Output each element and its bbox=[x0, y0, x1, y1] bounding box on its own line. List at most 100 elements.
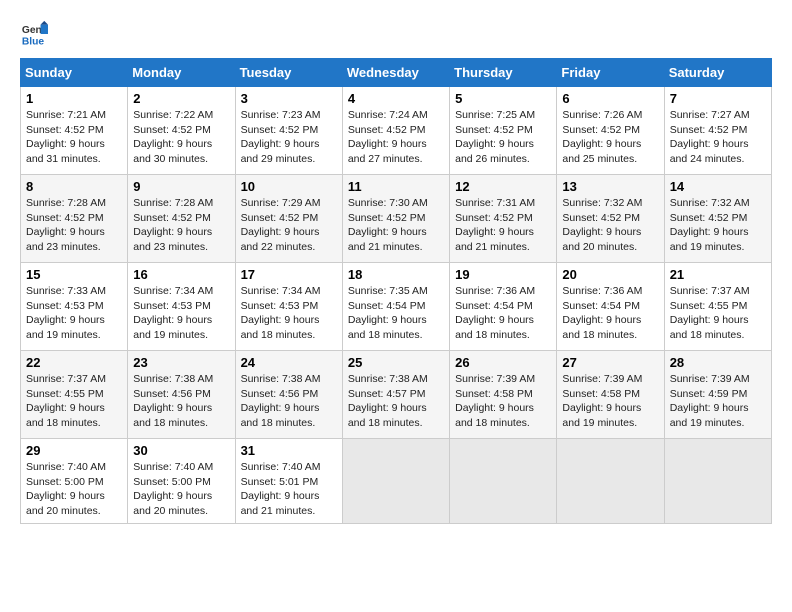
calendar-week-row: 8 Sunrise: 7:28 AMSunset: 4:52 PMDayligh… bbox=[21, 175, 772, 263]
calendar-cell: 28 Sunrise: 7:39 AMSunset: 4:59 PMDaylig… bbox=[664, 351, 771, 439]
cell-details: Sunrise: 7:39 AMSunset: 4:58 PMDaylight:… bbox=[562, 373, 642, 429]
cell-details: Sunrise: 7:23 AMSunset: 4:52 PMDaylight:… bbox=[241, 109, 321, 165]
calendar-cell: 6 Sunrise: 7:26 AMSunset: 4:52 PMDayligh… bbox=[557, 87, 664, 175]
calendar-cell: 14 Sunrise: 7:32 AMSunset: 4:52 PMDaylig… bbox=[664, 175, 771, 263]
cell-details: Sunrise: 7:28 AMSunset: 4:52 PMDaylight:… bbox=[133, 197, 213, 253]
cell-details: Sunrise: 7:37 AMSunset: 4:55 PMDaylight:… bbox=[670, 285, 750, 341]
day-number: 3 bbox=[241, 91, 337, 106]
day-number: 1 bbox=[26, 91, 122, 106]
cell-details: Sunrise: 7:38 AMSunset: 4:56 PMDaylight:… bbox=[241, 373, 321, 429]
col-header-sunday: Sunday bbox=[21, 59, 128, 87]
calendar-cell: 12 Sunrise: 7:31 AMSunset: 4:52 PMDaylig… bbox=[450, 175, 557, 263]
calendar-header-row: SundayMondayTuesdayWednesdayThursdayFrid… bbox=[21, 59, 772, 87]
calendar-cell: 3 Sunrise: 7:23 AMSunset: 4:52 PMDayligh… bbox=[235, 87, 342, 175]
day-number: 16 bbox=[133, 267, 229, 282]
calendar-cell: 16 Sunrise: 7:34 AMSunset: 4:53 PMDaylig… bbox=[128, 263, 235, 351]
col-header-wednesday: Wednesday bbox=[342, 59, 449, 87]
cell-details: Sunrise: 7:37 AMSunset: 4:55 PMDaylight:… bbox=[26, 373, 106, 429]
cell-details: Sunrise: 7:32 AMSunset: 4:52 PMDaylight:… bbox=[562, 197, 642, 253]
cell-details: Sunrise: 7:34 AMSunset: 4:53 PMDaylight:… bbox=[241, 285, 321, 341]
calendar-cell: 7 Sunrise: 7:27 AMSunset: 4:52 PMDayligh… bbox=[664, 87, 771, 175]
calendar-cell: 25 Sunrise: 7:38 AMSunset: 4:57 PMDaylig… bbox=[342, 351, 449, 439]
day-number: 8 bbox=[26, 179, 122, 194]
calendar-cell: 18 Sunrise: 7:35 AMSunset: 4:54 PMDaylig… bbox=[342, 263, 449, 351]
calendar: SundayMondayTuesdayWednesdayThursdayFrid… bbox=[20, 58, 772, 524]
day-number: 9 bbox=[133, 179, 229, 194]
calendar-week-row: 15 Sunrise: 7:33 AMSunset: 4:53 PMDaylig… bbox=[21, 263, 772, 351]
col-header-friday: Friday bbox=[557, 59, 664, 87]
day-number: 2 bbox=[133, 91, 229, 106]
cell-details: Sunrise: 7:35 AMSunset: 4:54 PMDaylight:… bbox=[348, 285, 428, 341]
day-number: 28 bbox=[670, 355, 766, 370]
calendar-cell: 21 Sunrise: 7:37 AMSunset: 4:55 PMDaylig… bbox=[664, 263, 771, 351]
day-number: 5 bbox=[455, 91, 551, 106]
day-number: 15 bbox=[26, 267, 122, 282]
calendar-cell: 27 Sunrise: 7:39 AMSunset: 4:58 PMDaylig… bbox=[557, 351, 664, 439]
cell-details: Sunrise: 7:36 AMSunset: 4:54 PMDaylight:… bbox=[455, 285, 535, 341]
calendar-cell: 29 Sunrise: 7:40 AMSunset: 5:00 PMDaylig… bbox=[21, 439, 128, 524]
calendar-cell: 31 Sunrise: 7:40 AMSunset: 5:01 PMDaylig… bbox=[235, 439, 342, 524]
calendar-cell: 8 Sunrise: 7:28 AMSunset: 4:52 PMDayligh… bbox=[21, 175, 128, 263]
col-header-saturday: Saturday bbox=[664, 59, 771, 87]
day-number: 31 bbox=[241, 443, 337, 458]
cell-details: Sunrise: 7:40 AMSunset: 5:01 PMDaylight:… bbox=[241, 461, 321, 517]
day-number: 14 bbox=[670, 179, 766, 194]
day-number: 12 bbox=[455, 179, 551, 194]
cell-details: Sunrise: 7:38 AMSunset: 4:57 PMDaylight:… bbox=[348, 373, 428, 429]
day-number: 10 bbox=[241, 179, 337, 194]
cell-details: Sunrise: 7:39 AMSunset: 4:58 PMDaylight:… bbox=[455, 373, 535, 429]
col-header-thursday: Thursday bbox=[450, 59, 557, 87]
calendar-cell bbox=[450, 439, 557, 524]
calendar-week-row: 1 Sunrise: 7:21 AMSunset: 4:52 PMDayligh… bbox=[21, 87, 772, 175]
cell-details: Sunrise: 7:40 AMSunset: 5:00 PMDaylight:… bbox=[26, 461, 106, 517]
cell-details: Sunrise: 7:40 AMSunset: 5:00 PMDaylight:… bbox=[133, 461, 213, 517]
calendar-cell: 24 Sunrise: 7:38 AMSunset: 4:56 PMDaylig… bbox=[235, 351, 342, 439]
cell-details: Sunrise: 7:29 AMSunset: 4:52 PMDaylight:… bbox=[241, 197, 321, 253]
cell-details: Sunrise: 7:25 AMSunset: 4:52 PMDaylight:… bbox=[455, 109, 535, 165]
cell-details: Sunrise: 7:33 AMSunset: 4:53 PMDaylight:… bbox=[26, 285, 106, 341]
cell-details: Sunrise: 7:38 AMSunset: 4:56 PMDaylight:… bbox=[133, 373, 213, 429]
cell-details: Sunrise: 7:28 AMSunset: 4:52 PMDaylight:… bbox=[26, 197, 106, 253]
calendar-cell: 13 Sunrise: 7:32 AMSunset: 4:52 PMDaylig… bbox=[557, 175, 664, 263]
calendar-cell: 26 Sunrise: 7:39 AMSunset: 4:58 PMDaylig… bbox=[450, 351, 557, 439]
day-number: 23 bbox=[133, 355, 229, 370]
calendar-week-row: 29 Sunrise: 7:40 AMSunset: 5:00 PMDaylig… bbox=[21, 439, 772, 524]
calendar-cell: 19 Sunrise: 7:36 AMSunset: 4:54 PMDaylig… bbox=[450, 263, 557, 351]
cell-details: Sunrise: 7:30 AMSunset: 4:52 PMDaylight:… bbox=[348, 197, 428, 253]
logo-icon: General Blue bbox=[20, 20, 48, 48]
calendar-cell: 20 Sunrise: 7:36 AMSunset: 4:54 PMDaylig… bbox=[557, 263, 664, 351]
calendar-cell: 1 Sunrise: 7:21 AMSunset: 4:52 PMDayligh… bbox=[21, 87, 128, 175]
calendar-cell: 2 Sunrise: 7:22 AMSunset: 4:52 PMDayligh… bbox=[128, 87, 235, 175]
header: General Blue bbox=[20, 20, 772, 48]
day-number: 25 bbox=[348, 355, 444, 370]
day-number: 13 bbox=[562, 179, 658, 194]
day-number: 24 bbox=[241, 355, 337, 370]
cell-details: Sunrise: 7:39 AMSunset: 4:59 PMDaylight:… bbox=[670, 373, 750, 429]
cell-details: Sunrise: 7:21 AMSunset: 4:52 PMDaylight:… bbox=[26, 109, 106, 165]
day-number: 20 bbox=[562, 267, 658, 282]
svg-text:Blue: Blue bbox=[22, 36, 45, 47]
cell-details: Sunrise: 7:24 AMSunset: 4:52 PMDaylight:… bbox=[348, 109, 428, 165]
calendar-cell: 11 Sunrise: 7:30 AMSunset: 4:52 PMDaylig… bbox=[342, 175, 449, 263]
cell-details: Sunrise: 7:34 AMSunset: 4:53 PMDaylight:… bbox=[133, 285, 213, 341]
calendar-cell: 10 Sunrise: 7:29 AMSunset: 4:52 PMDaylig… bbox=[235, 175, 342, 263]
calendar-cell: 15 Sunrise: 7:33 AMSunset: 4:53 PMDaylig… bbox=[21, 263, 128, 351]
day-number: 6 bbox=[562, 91, 658, 106]
calendar-cell bbox=[664, 439, 771, 524]
calendar-cell: 23 Sunrise: 7:38 AMSunset: 4:56 PMDaylig… bbox=[128, 351, 235, 439]
calendar-week-row: 22 Sunrise: 7:37 AMSunset: 4:55 PMDaylig… bbox=[21, 351, 772, 439]
calendar-cell bbox=[342, 439, 449, 524]
cell-details: Sunrise: 7:32 AMSunset: 4:52 PMDaylight:… bbox=[670, 197, 750, 253]
day-number: 22 bbox=[26, 355, 122, 370]
day-number: 19 bbox=[455, 267, 551, 282]
calendar-cell: 4 Sunrise: 7:24 AMSunset: 4:52 PMDayligh… bbox=[342, 87, 449, 175]
logo: General Blue bbox=[20, 20, 52, 48]
day-number: 18 bbox=[348, 267, 444, 282]
cell-details: Sunrise: 7:36 AMSunset: 4:54 PMDaylight:… bbox=[562, 285, 642, 341]
day-number: 4 bbox=[348, 91, 444, 106]
cell-details: Sunrise: 7:22 AMSunset: 4:52 PMDaylight:… bbox=[133, 109, 213, 165]
calendar-cell: 30 Sunrise: 7:40 AMSunset: 5:00 PMDaylig… bbox=[128, 439, 235, 524]
day-number: 29 bbox=[26, 443, 122, 458]
day-number: 17 bbox=[241, 267, 337, 282]
calendar-cell: 22 Sunrise: 7:37 AMSunset: 4:55 PMDaylig… bbox=[21, 351, 128, 439]
